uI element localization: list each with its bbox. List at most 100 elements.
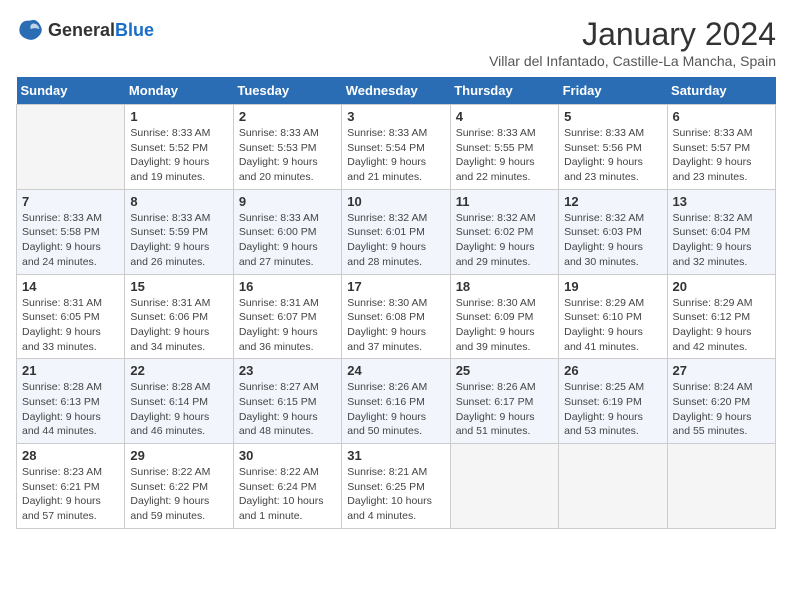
day-info: Sunrise: 8:29 AMSunset: 6:12 PMDaylight:… [673, 296, 770, 355]
day-info: Sunrise: 8:33 AMSunset: 5:56 PMDaylight:… [564, 126, 661, 185]
week-row-5: 28Sunrise: 8:23 AMSunset: 6:21 PMDayligh… [17, 444, 776, 529]
calendar-cell: 12 Sunrise: 8:32 AMSunset: 6:03 PMDayligh… [559, 189, 667, 274]
day-number: 15 [130, 279, 227, 294]
day-number: 4 [456, 109, 553, 124]
day-info: Sunrise: 8:33 AMSunset: 5:53 PMDaylight:… [239, 126, 336, 185]
calendar-cell: 14 Sunrise: 8:31 AMSunset: 6:05 PMDayligh… [17, 274, 125, 359]
calendar-cell: 20Sunrise: 8:29 AMSunset: 6:12 PMDayligh… [667, 274, 775, 359]
calendar-cell [17, 105, 125, 190]
day-info: Sunrise: 8:33 AMSunset: 6:00 PMDaylight:… [239, 211, 336, 270]
calendar-cell: 30 Sunrise: 8:22 AMSunset: 6:24 PMDayligh… [233, 444, 341, 529]
day-number: 14 [22, 279, 119, 294]
calendar-cell: 26 Sunrise: 8:25 AMSunset: 6:19 PMDayligh… [559, 359, 667, 444]
day-header-friday: Friday [559, 77, 667, 105]
page-header: GeneralBlue January 2024 Villar del Infa… [16, 16, 776, 69]
calendar-cell: 13 Sunrise: 8:32 AMSunset: 6:04 PMDayligh… [667, 189, 775, 274]
calendar-cell: 17Sunrise: 8:30 AMSunset: 6:08 PMDayligh… [342, 274, 450, 359]
calendar-cell: 31 Sunrise: 8:21 AMSunset: 6:25 PMDayligh… [342, 444, 450, 529]
day-info: Sunrise: 8:33 AMSunset: 5:54 PMDaylight:… [347, 126, 444, 185]
week-row-1: 1 Sunrise: 8:33 AMSunset: 5:52 PMDaylight… [17, 105, 776, 190]
calendar-cell: 25 Sunrise: 8:26 AMSunset: 6:17 PMDayligh… [450, 359, 558, 444]
calendar-cell: 19 Sunrise: 8:29 AMSunset: 6:10 PMDayligh… [559, 274, 667, 359]
calendar-cell: 29 Sunrise: 8:22 AMSunset: 6:22 PMDayligh… [125, 444, 233, 529]
day-number: 21 [22, 363, 119, 378]
calendar-cell: 22 Sunrise: 8:28 AMSunset: 6:14 PMDayligh… [125, 359, 233, 444]
day-number: 18 [456, 279, 553, 294]
day-number: 5 [564, 109, 661, 124]
calendar-title: January 2024 [489, 16, 776, 53]
calendar-cell [559, 444, 667, 529]
calendar-cell: 3 Sunrise: 8:33 AMSunset: 5:54 PMDaylight… [342, 105, 450, 190]
calendar-cell: 27Sunrise: 8:24 AMSunset: 6:20 PMDayligh… [667, 359, 775, 444]
day-info: Sunrise: 8:32 AMSunset: 6:03 PMDaylight:… [564, 211, 661, 270]
day-number: 3 [347, 109, 444, 124]
day-number: 13 [673, 194, 770, 209]
logo-text-blue: Blue [115, 20, 154, 40]
calendar-cell: 23 Sunrise: 8:27 AMSunset: 6:15 PMDayligh… [233, 359, 341, 444]
day-info: Sunrise: 8:31 AMSunset: 6:06 PMDaylight:… [130, 296, 227, 355]
day-number: 9 [239, 194, 336, 209]
day-number: 12 [564, 194, 661, 209]
calendar-cell: 6Sunrise: 8:33 AMSunset: 5:57 PMDaylight… [667, 105, 775, 190]
week-row-4: 21Sunrise: 8:28 AMSunset: 6:13 PMDayligh… [17, 359, 776, 444]
calendar-cell: 9 Sunrise: 8:33 AMSunset: 6:00 PMDaylight… [233, 189, 341, 274]
day-number: 22 [130, 363, 227, 378]
day-info: Sunrise: 8:32 AMSunset: 6:04 PMDaylight:… [673, 211, 770, 270]
day-info: Sunrise: 8:21 AMSunset: 6:25 PMDaylight:… [347, 465, 444, 524]
week-row-2: 7 Sunrise: 8:33 AMSunset: 5:58 PMDaylight… [17, 189, 776, 274]
day-info: Sunrise: 8:29 AMSunset: 6:10 PMDaylight:… [564, 296, 661, 355]
logo: GeneralBlue [16, 16, 154, 44]
day-info: Sunrise: 8:31 AMSunset: 6:05 PMDaylight:… [22, 296, 119, 355]
day-info: Sunrise: 8:23 AMSunset: 6:21 PMDaylight:… [22, 465, 119, 524]
day-header-wednesday: Wednesday [342, 77, 450, 105]
day-info: Sunrise: 8:28 AMSunset: 6:14 PMDaylight:… [130, 380, 227, 439]
day-info: Sunrise: 8:26 AMSunset: 6:16 PMDaylight:… [347, 380, 444, 439]
day-info: Sunrise: 8:33 AMSunset: 5:58 PMDaylight:… [22, 211, 119, 270]
calendar-cell: 21Sunrise: 8:28 AMSunset: 6:13 PMDayligh… [17, 359, 125, 444]
day-header-thursday: Thursday [450, 77, 558, 105]
calendar-cell: 16 Sunrise: 8:31 AMSunset: 6:07 PMDayligh… [233, 274, 341, 359]
day-number: 10 [347, 194, 444, 209]
calendar-cell: 11 Sunrise: 8:32 AMSunset: 6:02 PMDayligh… [450, 189, 558, 274]
day-info: Sunrise: 8:32 AMSunset: 6:02 PMDaylight:… [456, 211, 553, 270]
day-number: 30 [239, 448, 336, 463]
day-number: 7 [22, 194, 119, 209]
day-number: 31 [347, 448, 444, 463]
day-number: 11 [456, 194, 553, 209]
calendar-cell: 2 Sunrise: 8:33 AMSunset: 5:53 PMDaylight… [233, 105, 341, 190]
logo-icon [16, 16, 44, 44]
day-info: Sunrise: 8:25 AMSunset: 6:19 PMDaylight:… [564, 380, 661, 439]
day-header-saturday: Saturday [667, 77, 775, 105]
day-info: Sunrise: 8:33 AMSunset: 5:57 PMDaylight:… [673, 126, 770, 185]
calendar-cell [450, 444, 558, 529]
calendar-cell: 7 Sunrise: 8:33 AMSunset: 5:58 PMDaylight… [17, 189, 125, 274]
title-area: January 2024 Villar del Infantado, Casti… [489, 16, 776, 69]
day-info: Sunrise: 8:22 AMSunset: 6:24 PMDaylight:… [239, 465, 336, 524]
day-number: 2 [239, 109, 336, 124]
day-header-tuesday: Tuesday [233, 77, 341, 105]
calendar-cell: 28Sunrise: 8:23 AMSunset: 6:21 PMDayligh… [17, 444, 125, 529]
day-number: 29 [130, 448, 227, 463]
day-number: 27 [673, 363, 770, 378]
day-info: Sunrise: 8:27 AMSunset: 6:15 PMDaylight:… [239, 380, 336, 439]
day-number: 16 [239, 279, 336, 294]
day-info: Sunrise: 8:33 AMSunset: 5:52 PMDaylight:… [130, 126, 227, 185]
calendar-cell: 15 Sunrise: 8:31 AMSunset: 6:06 PMDayligh… [125, 274, 233, 359]
calendar-cell: 4 Sunrise: 8:33 AMSunset: 5:55 PMDaylight… [450, 105, 558, 190]
day-number: 26 [564, 363, 661, 378]
logo-text-general: General [48, 20, 115, 40]
day-info: Sunrise: 8:26 AMSunset: 6:17 PMDaylight:… [456, 380, 553, 439]
day-number: 19 [564, 279, 661, 294]
day-number: 23 [239, 363, 336, 378]
calendar-cell: 5 Sunrise: 8:33 AMSunset: 5:56 PMDaylight… [559, 105, 667, 190]
day-info: Sunrise: 8:31 AMSunset: 6:07 PMDaylight:… [239, 296, 336, 355]
calendar-cell: 18 Sunrise: 8:30 AMSunset: 6:09 PMDayligh… [450, 274, 558, 359]
day-number: 24 [347, 363, 444, 378]
day-info: Sunrise: 8:30 AMSunset: 6:09 PMDaylight:… [456, 296, 553, 355]
day-number: 1 [130, 109, 227, 124]
day-number: 25 [456, 363, 553, 378]
day-info: Sunrise: 8:22 AMSunset: 6:22 PMDaylight:… [130, 465, 227, 524]
day-number: 8 [130, 194, 227, 209]
calendar-table: SundayMondayTuesdayWednesdayThursdayFrid… [16, 77, 776, 529]
day-info: Sunrise: 8:33 AMSunset: 5:55 PMDaylight:… [456, 126, 553, 185]
